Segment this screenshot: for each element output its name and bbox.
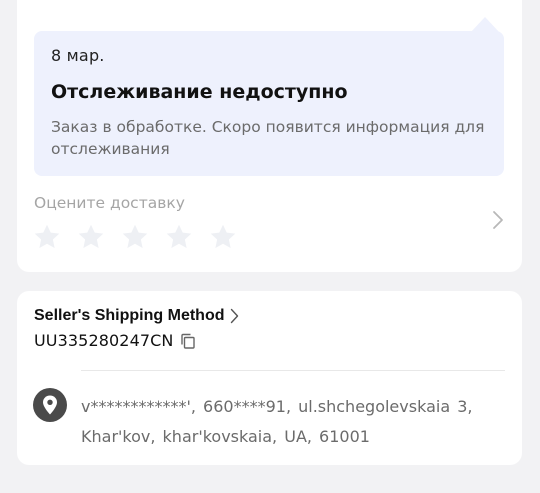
seller-shipping-method-label: Seller's Shipping Method bbox=[34, 307, 225, 324]
tracking-card: 8 мар. Отслеживание недоступно Заказ в о… bbox=[17, 0, 522, 272]
chevron-right-icon bbox=[231, 308, 239, 324]
tracking-number: UU335280247CN bbox=[34, 331, 174, 350]
tracking-status-description: Заказ в обработке. Скоро появится информ… bbox=[51, 118, 485, 158]
seller-shipping-method-link[interactable]: Seller's Shipping Method bbox=[34, 307, 239, 325]
shipping-card: Seller's Shipping Method UU335280247CN v… bbox=[17, 291, 522, 465]
bubble-tail bbox=[471, 17, 499, 32]
tracking-date: 8 мар. bbox=[51, 46, 105, 65]
divider bbox=[81, 370, 505, 371]
rating-stars[interactable] bbox=[32, 222, 238, 252]
star-icon[interactable] bbox=[76, 222, 106, 252]
chevron-right-icon[interactable] bbox=[492, 210, 504, 230]
star-icon[interactable] bbox=[208, 222, 238, 252]
star-icon[interactable] bbox=[32, 222, 62, 252]
star-icon[interactable] bbox=[120, 222, 150, 252]
delivery-address: v************', 660****91, ul.shchegolev… bbox=[81, 397, 473, 446]
tracking-number-row: UU335280247CN bbox=[34, 331, 197, 350]
location-pin-icon bbox=[33, 388, 67, 422]
star-icon[interactable] bbox=[164, 222, 194, 252]
rate-delivery-label: Оцените доставку bbox=[34, 194, 185, 212]
tracking-status-title: Отслеживание недоступно bbox=[51, 81, 348, 103]
copy-icon[interactable] bbox=[179, 332, 197, 350]
